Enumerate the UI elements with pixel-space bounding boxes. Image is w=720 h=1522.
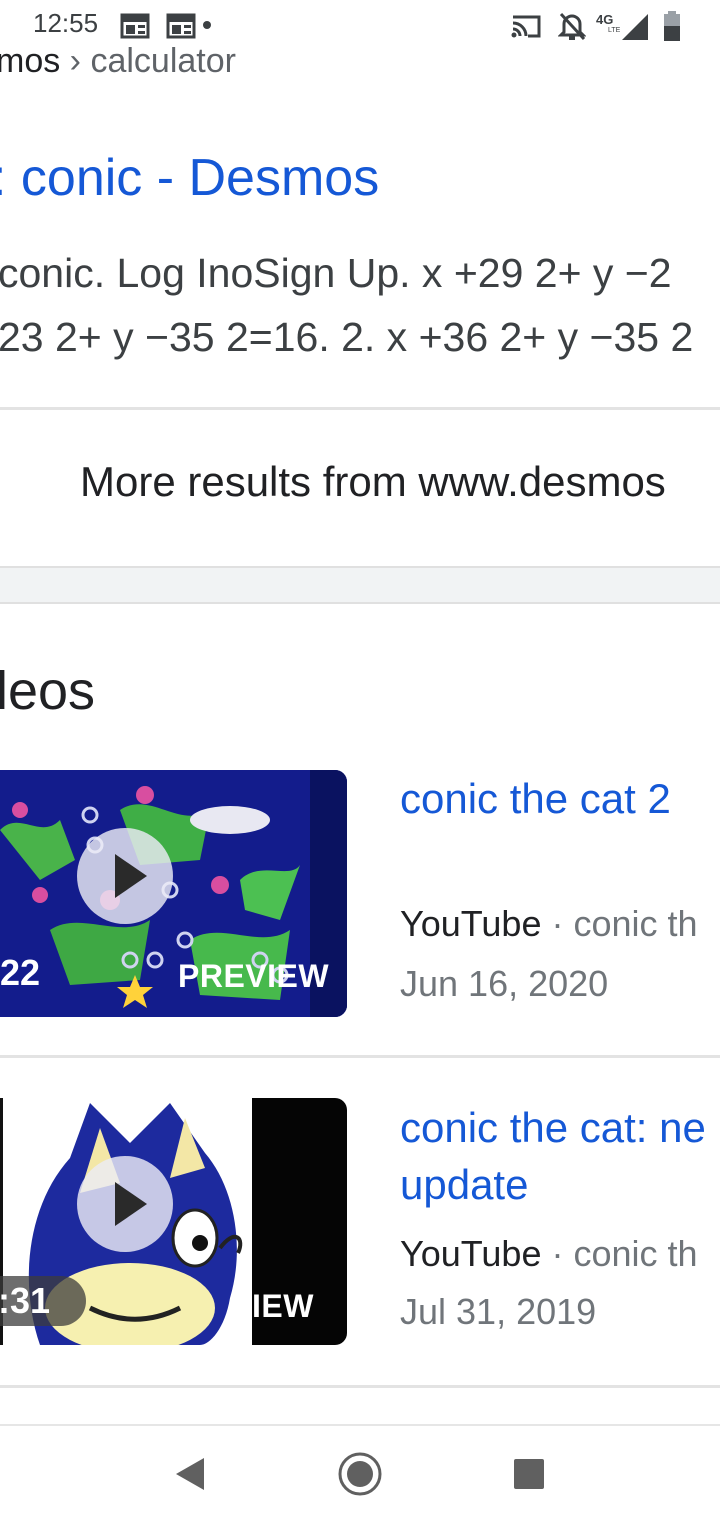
video-duration: 22 <box>0 952 41 993</box>
video-thumbnail[interactable]: 22 PREVIEW <box>0 770 347 1017</box>
divider <box>0 1385 720 1388</box>
battery-icon <box>664 11 680 41</box>
video-title-link[interactable]: conic the cat 2 <box>400 770 671 827</box>
video-title-line: conic the cat: ne <box>400 1104 706 1151</box>
video-source-separator: · <box>541 1233 574 1274</box>
videos-section-heading: leos <box>0 661 96 721</box>
video-date: Jul 31, 2019 <box>400 1291 597 1332</box>
video-channel: conic th <box>573 903 698 944</box>
breadcrumb-site: mos <box>0 42 61 80</box>
video-source: YouTube · conic th <box>400 1233 698 1275</box>
navigation-bar <box>0 1424 720 1522</box>
video-source: YouTube · conic th <box>400 903 698 945</box>
dot-icon <box>203 21 211 29</box>
breadcrumb-separator: › <box>60 42 91 80</box>
divider <box>0 407 720 410</box>
back-icon[interactable] <box>172 1456 206 1492</box>
cast-icon <box>511 15 541 38</box>
video-source-separator: · <box>541 903 574 944</box>
video-title-line: update <box>400 1161 529 1208</box>
video-channel: conic th <box>573 1233 698 1274</box>
svg-text:4G: 4G <box>596 12 613 27</box>
home-icon[interactable] <box>336 1450 384 1498</box>
result-snippet-line: 23 2+ y −35 2=16. 2. x +36 2+ y −35 2 <box>0 314 694 360</box>
status-time: 12:55 <box>33 8 99 38</box>
video-source-name: YouTube <box>400 903 542 944</box>
video-title-link[interactable]: conic the cat: ne update <box>400 1099 706 1213</box>
result-title-link[interactable]: : conic - Desmos <box>0 148 379 208</box>
play-icon[interactable] <box>77 828 173 924</box>
video-thumbnail[interactable]: :31 IEW <box>0 1098 347 1345</box>
signal-4g-lte-icon: 4G LTE <box>596 12 648 40</box>
newspaper-icon <box>166 13 196 39</box>
svg-text:LTE: LTE <box>608 27 621 34</box>
video-preview-label[interactable]: PREVIEW <box>178 958 329 995</box>
bell-off-icon <box>558 12 586 41</box>
recents-icon[interactable] <box>513 1458 545 1490</box>
section-separator <box>0 566 720 604</box>
video-preview-label[interactable]: IEW <box>252 1288 314 1325</box>
divider <box>0 1055 720 1058</box>
video-title-line: conic the cat 2 <box>400 775 671 822</box>
video-duration: :31 <box>0 1280 51 1321</box>
breadcrumb-path: calculator <box>90 42 236 80</box>
play-icon[interactable] <box>77 1156 173 1252</box>
newspaper-icon <box>120 13 150 39</box>
more-results-link[interactable]: More results from www.desmos <box>80 458 666 506</box>
breadcrumb[interactable]: mos › calculator <box>0 42 236 81</box>
video-source-name: YouTube <box>400 1233 542 1274</box>
video-date: Jun 16, 2020 <box>400 963 609 1004</box>
result-snippet-line: conic. Log InoSign Up. x +29 2+ y −2 <box>0 250 672 296</box>
